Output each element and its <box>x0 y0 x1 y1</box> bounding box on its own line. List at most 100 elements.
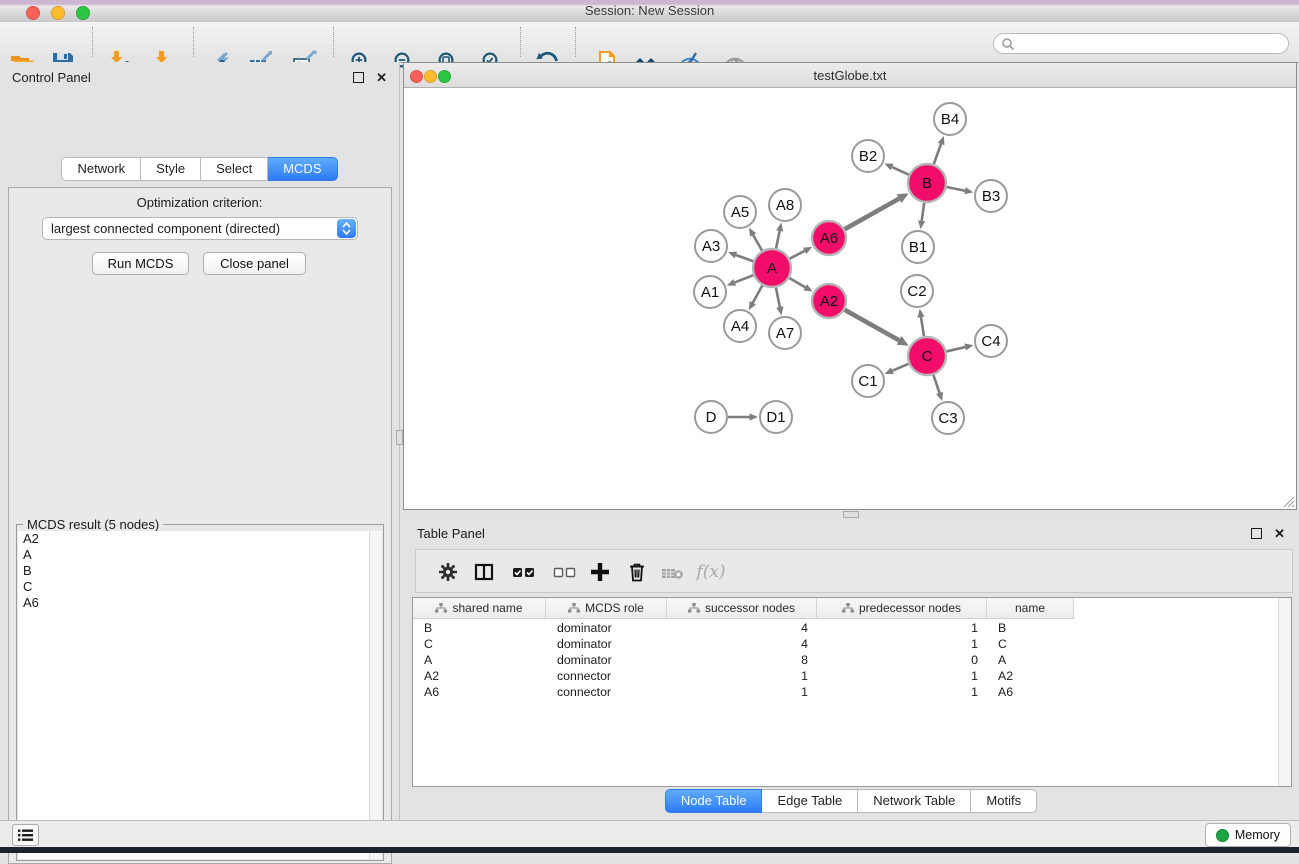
table-cell[interactable]: 0 <box>817 653 987 667</box>
show-panels-button[interactable] <box>12 824 39 846</box>
table-row[interactable]: A2connector11A2 <box>413 668 1278 684</box>
tab-node-table[interactable]: Node Table <box>665 789 763 813</box>
table-row[interactable]: Adominator80A <box>413 652 1278 668</box>
zoom-window-button[interactable] <box>76 6 90 20</box>
splitter-handle-vertical[interactable] <box>396 430 403 445</box>
table-cell[interactable]: 1 <box>667 685 817 699</box>
close-table-panel-icon[interactable]: ✕ <box>1274 529 1285 538</box>
memory-button[interactable]: Memory <box>1205 823 1291 847</box>
mcds-result-list[interactable]: A2ABCA6 <box>18 531 382 859</box>
graph-edge-A-A7[interactable] <box>776 288 780 307</box>
function-builder-icon[interactable]: f(x) <box>694 560 728 584</box>
table-row[interactable]: Cdominator41C <box>413 636 1278 652</box>
show-column-icon[interactable] <box>472 560 496 584</box>
table-cell[interactable]: 1 <box>667 669 817 683</box>
network-window-titlebar[interactable]: testGlobe.txt <box>404 63 1296 88</box>
search-input[interactable] <box>1015 36 1288 52</box>
table-cell[interactable]: A6 <box>987 685 1074 699</box>
minimize-window-button[interactable] <box>51 6 65 20</box>
mcds-result-item[interactable]: A6 <box>18 595 382 611</box>
graph-edge-A6-B[interactable] <box>845 199 899 230</box>
close-window-button[interactable] <box>26 6 40 20</box>
table-scrollbar-track[interactable] <box>1278 598 1291 786</box>
tab-mcds[interactable]: MCDS <box>268 157 337 181</box>
minimize-network-button[interactable] <box>424 70 437 83</box>
graph-edge-B-B1[interactable] <box>922 203 925 221</box>
scrollbar-track[interactable] <box>369 531 382 859</box>
table-cell[interactable]: 4 <box>667 637 817 651</box>
tab-network-table[interactable]: Network Table <box>858 789 971 813</box>
table-cell[interactable]: 1 <box>817 685 987 699</box>
table-cell[interactable]: A2 <box>987 669 1074 683</box>
close-network-button[interactable] <box>410 70 423 83</box>
graph-edge-A-A3[interactable] <box>736 255 753 261</box>
graph-edge-A-A5[interactable] <box>753 235 762 251</box>
table-cell[interactable]: B <box>987 621 1074 635</box>
table-row[interactable]: Bdominator41B <box>413 620 1278 636</box>
graph-edge-C-C1[interactable] <box>892 364 908 371</box>
mcds-result-item[interactable]: A <box>18 547 382 563</box>
resize-grip-icon[interactable] <box>1282 495 1294 507</box>
table-cell[interactable]: 8 <box>667 653 817 667</box>
table-cell[interactable]: 1 <box>817 621 987 635</box>
mcds-result-item[interactable]: C <box>18 579 382 595</box>
tab-select[interactable]: Select <box>201 157 268 181</box>
mcds-result-item[interactable]: A2 <box>18 531 382 547</box>
column-header-name[interactable]: name <box>987 598 1074 619</box>
tab-style[interactable]: Style <box>141 157 201 181</box>
column-header-predecessor-nodes[interactable]: predecessor nodes <box>817 598 987 619</box>
settings-gear-icon[interactable] <box>436 560 460 584</box>
delete-column-icon[interactable] <box>625 560 649 584</box>
column-header-MCDS-role[interactable]: MCDS role <box>546 598 667 619</box>
tab-edge-table[interactable]: Edge Table <box>762 789 858 813</box>
graph-edge-A-A8[interactable] <box>776 231 780 248</box>
graph-node-label: A3 <box>702 238 720 255</box>
add-column-icon[interactable] <box>588 560 612 584</box>
close-panel-button[interactable]: Close panel <box>203 252 306 275</box>
graph-edge-B-B3[interactable] <box>947 187 965 191</box>
table-cell[interactable]: A6 <box>413 685 546 699</box>
table-cell[interactable]: A <box>413 653 546 667</box>
run-mcds-button[interactable]: Run MCDS <box>92 252 189 275</box>
graph-edge-A-A4[interactable] <box>753 286 763 303</box>
graph-edge-B-B2[interactable] <box>892 167 909 175</box>
select-all-checkboxes-icon[interactable] <box>512 560 536 584</box>
table-cell[interactable]: connector <box>546 669 667 683</box>
table-cell[interactable]: 1 <box>817 669 987 683</box>
table-cell[interactable]: 1 <box>817 637 987 651</box>
float-table-panel-icon[interactable] <box>1251 528 1262 539</box>
float-panel-icon[interactable] <box>353 72 364 83</box>
zoom-network-button[interactable] <box>438 70 451 83</box>
delete-table-icon[interactable] <box>661 560 685 584</box>
column-header-successor-nodes[interactable]: successor nodes <box>667 598 817 619</box>
graph-edge-B-B4[interactable] <box>934 144 941 164</box>
unselect-all-checkboxes-icon[interactable] <box>553 560 577 584</box>
graph-edge-A-A6[interactable] <box>790 251 805 259</box>
table-row[interactable]: A6connector11A6 <box>413 684 1278 700</box>
graph-edge-A-A2[interactable] <box>789 278 805 287</box>
graph-edge-C-C4[interactable] <box>946 347 965 351</box>
graph-edge-C-C3[interactable] <box>933 375 939 393</box>
table-cell[interactable]: A2 <box>413 669 546 683</box>
close-panel-icon[interactable]: ✕ <box>376 73 387 82</box>
table-cell[interactable]: dominator <box>546 621 667 635</box>
table-cell[interactable]: connector <box>546 685 667 699</box>
splitter-handle-horizontal[interactable] <box>843 511 859 518</box>
table-cell[interactable]: A <box>987 653 1074 667</box>
tab-network[interactable]: Network <box>61 157 141 181</box>
table-cell[interactable]: 4 <box>667 621 817 635</box>
table-cell[interactable]: dominator <box>546 653 667 667</box>
column-header-shared-name[interactable]: shared name <box>413 598 546 619</box>
search-field[interactable] <box>993 33 1289 54</box>
graph-edge-A-A1[interactable] <box>735 275 754 282</box>
graph-edge-C-C2[interactable] <box>921 317 924 336</box>
network-graph[interactable]: ABCA2A6A1A3A4A5A7A8B1B2B3B4C1C2C3C4DD1 <box>404 88 1296 509</box>
table-cell[interactable]: dominator <box>546 637 667 651</box>
table-cell[interactable]: B <box>413 621 546 635</box>
table-cell[interactable]: C <box>987 637 1074 651</box>
criterion-dropdown[interactable]: largest connected component (directed) <box>42 217 358 240</box>
tab-motifs[interactable]: Motifs <box>971 789 1037 813</box>
graph-edge-A2-C[interactable] <box>845 310 899 341</box>
table-cell[interactable]: C <box>413 637 546 651</box>
mcds-result-item[interactable]: B <box>18 563 382 579</box>
